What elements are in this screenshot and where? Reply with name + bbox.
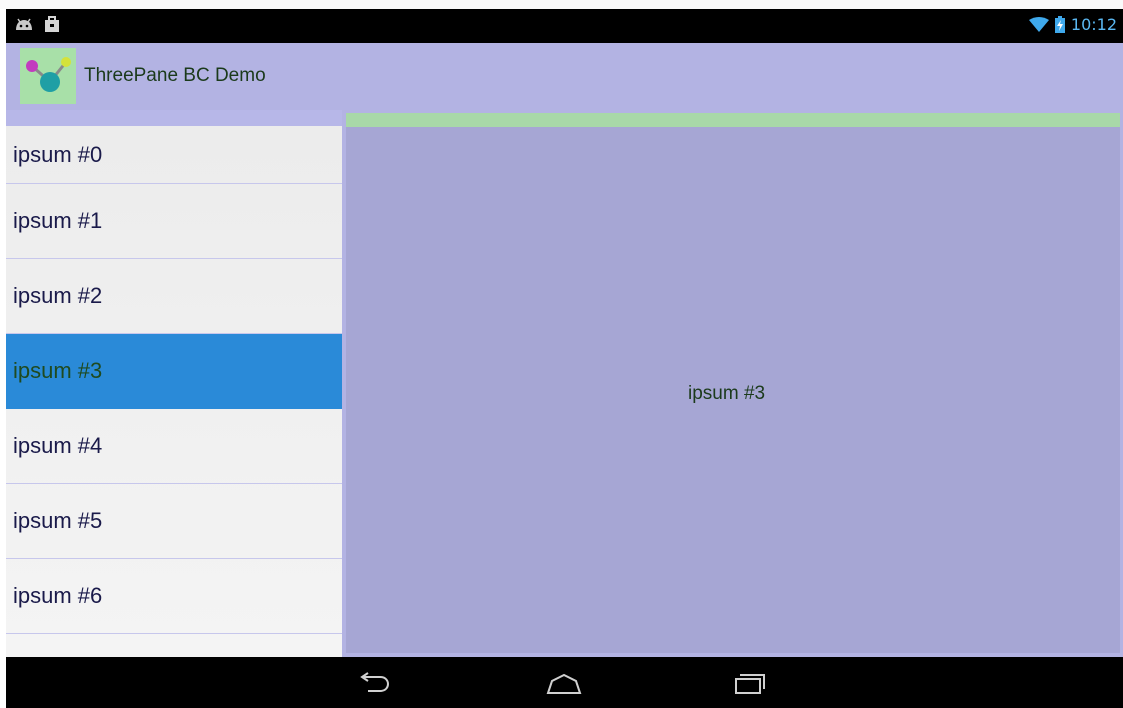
- shopping-bag-icon: [45, 16, 59, 32]
- action-bar: ThreePane BC Demo: [6, 43, 1123, 110]
- list-item-label: ipsum #3: [13, 358, 103, 383]
- list-item[interactable]: ipsum #0: [6, 126, 342, 184]
- status-right-icons: 10:12: [1028, 15, 1117, 34]
- list-item[interactable]: ipsum #4: [6, 409, 342, 484]
- list-pane: ipsum #0 ipsum #1 ipsum #2 ipsum #3 ipsum #4…: [6, 126, 342, 657]
- wifi-icon: [1028, 16, 1049, 32]
- list-item-label: ipsum #5: [13, 508, 103, 533]
- detail-pane: ipsum #3: [346, 127, 1120, 653]
- list-item[interactable]: ipsum #5: [6, 484, 342, 559]
- detail-frame: ipsum #3: [342, 110, 1123, 657]
- detail-text: ipsum #3: [688, 383, 766, 404]
- status-clock: 10:12: [1070, 15, 1117, 34]
- detail-top-bar: [346, 113, 1120, 127]
- app-title: ThreePane BC Demo: [84, 65, 266, 86]
- battery-charging-icon: [1054, 16, 1065, 33]
- list-item-label: ipsum #1: [13, 208, 103, 233]
- home-icon[interactable]: [544, 671, 584, 697]
- list-item-label: ipsum #0: [13, 141, 103, 167]
- list-item[interactable]: ipsum #3: [6, 334, 342, 409]
- list-item-label: ipsum #4: [13, 433, 103, 458]
- list-item[interactable]: ipsum #1: [6, 184, 342, 259]
- status-left-icons: [14, 15, 60, 33]
- top-strip: [0, 0, 1123, 9]
- recents-icon[interactable]: [730, 671, 770, 697]
- back-icon[interactable]: [354, 671, 394, 697]
- android-debug-icon: [16, 18, 32, 30]
- status-bar: 10:12: [6, 9, 1123, 43]
- app-icon[interactable]: [20, 48, 76, 104]
- list-item-label: ipsum #2: [13, 283, 103, 308]
- list-item-label: ipsum #6: [13, 583, 103, 608]
- action-bar-divider: [6, 110, 343, 126]
- list-item[interactable]: ipsum #6: [6, 559, 342, 634]
- list-item[interactable]: ipsum #2: [6, 259, 342, 334]
- molecule-icon: [26, 57, 71, 92]
- navigation-bar: [6, 657, 1123, 708]
